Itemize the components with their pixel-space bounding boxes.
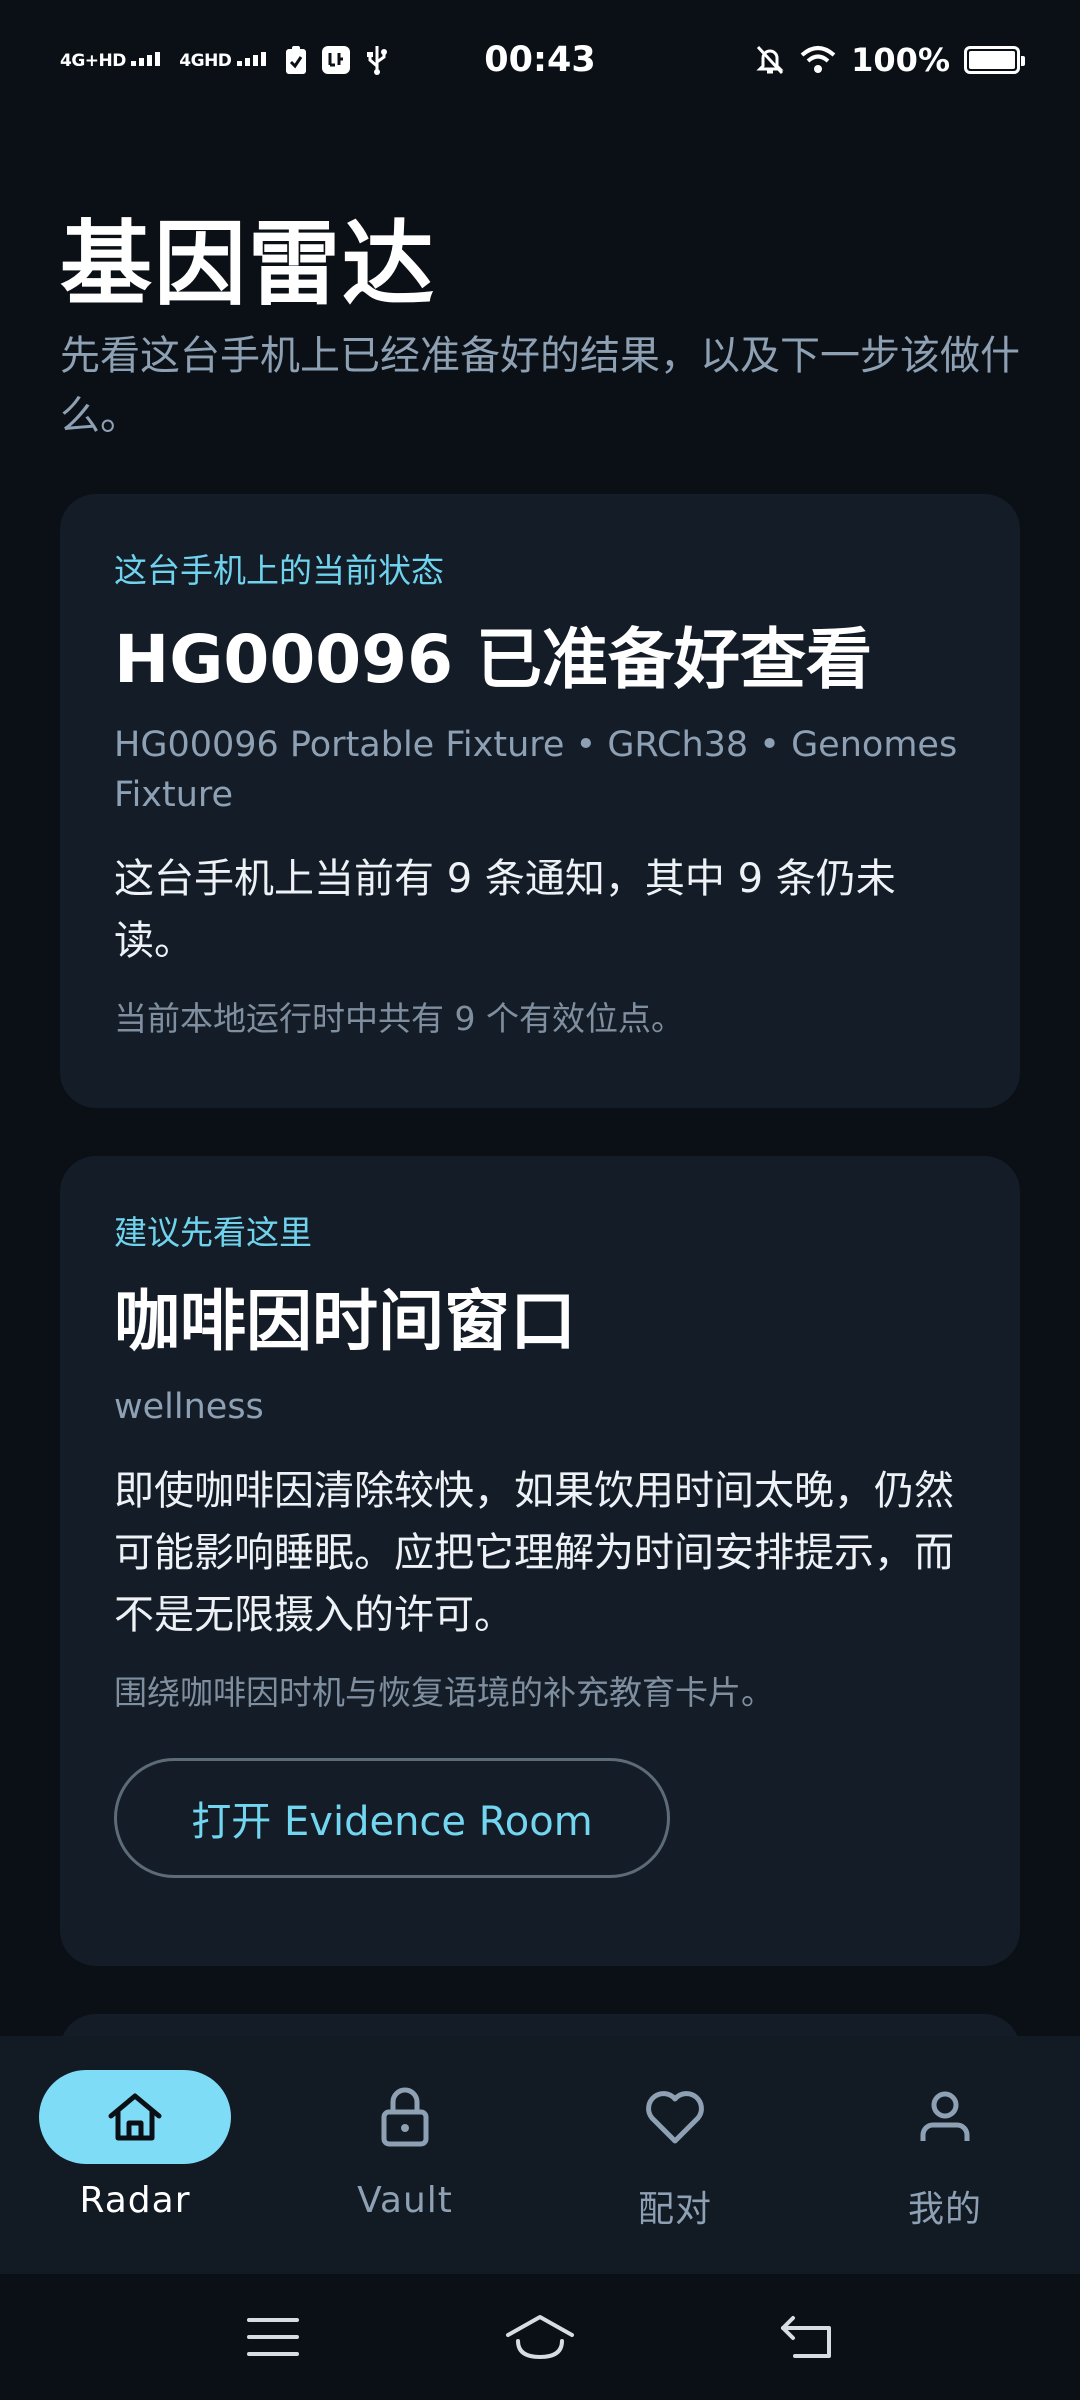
nav-item-radar-pill [39, 2070, 231, 2164]
nav-item-profile[interactable]: 我的 [825, 2070, 1065, 2232]
page-subtitle: 先看这台手机上已经准备好的结果，以及下一步该做什么。 [60, 333, 1020, 439]
page-title: 基因雷达 [60, 211, 437, 318]
network-label-2: 4GHD [179, 50, 232, 71]
usb-icon [366, 46, 387, 75]
suggestion-card-eyebrow: 建议先看这里 [114, 1213, 312, 1252]
nav-item-profile-pill [849, 2070, 1041, 2164]
nav-item-pairing-label: 配对 [637, 2189, 712, 2230]
clipboard-check-icon [285, 46, 306, 74]
system-home-button[interactable] [495, 2297, 585, 2377]
status-card-body: 这台手机上当前有 9 条通知，其中 9 条仍未读。 [114, 856, 896, 964]
network-indicator-1: 4G+HD [60, 50, 165, 71]
nav-item-vault-pill [309, 2070, 501, 2164]
open-evidence-room-button[interactable]: 打开 Evidence Room [114, 1758, 670, 1878]
status-bar: 4G+HD 4GHD 00:43 100% [0, 0, 1080, 120]
nav-item-pairing[interactable]: 配对 [555, 2070, 795, 2232]
home-icon [108, 2093, 162, 2141]
suggestion-card-category: wellness [114, 1387, 264, 1427]
person-icon [920, 2091, 970, 2141]
nav-item-vault[interactable]: Vault [285, 2070, 525, 2221]
menu-icon [247, 2318, 300, 2356]
nav-item-profile-label: 我的 [907, 2189, 982, 2230]
app-notification-icon [321, 46, 350, 74]
battery-icon [964, 46, 1025, 74]
back-arrow-icon [780, 2316, 831, 2358]
status-right: 100% [755, 41, 1025, 79]
status-card-eyebrow: 这台手机上的当前状态 [114, 551, 444, 590]
status-card-note: 当前本地运行时中共有 9 个有效位点。 [114, 999, 684, 1038]
network-indicator-2: 4GHD [179, 50, 271, 71]
signal-bars-icon [236, 51, 266, 66]
bell-off-icon [756, 45, 784, 75]
nav-item-pairing-pill [579, 2070, 771, 2164]
battery-level-fill [969, 51, 1015, 69]
network-label-1: 4G+HD [60, 50, 126, 71]
suggestion-card-body: 即使咖啡因清除较快，如果饮用时间太晚，仍然可能影响睡眠。应把它理解为时间安排提示… [114, 1468, 954, 1638]
system-navigation-bar [0, 2274, 1080, 2400]
heart-icon [646, 2091, 704, 2144]
suggestion-card: 建议先看这里 咖啡因时间窗口 wellness 即使咖啡因清除较快，如果饮用时间… [60, 1156, 1020, 1966]
suggestion-card-note: 围绕咖啡因时机与恢复语境的补充教育卡片。 [114, 1673, 774, 1712]
nav-item-radar-label: Radar [79, 2180, 191, 2221]
suggestion-card-title: 咖啡因时间窗口 [114, 1283, 576, 1360]
status-card-title: HG00096 已准备好查看 [114, 621, 873, 698]
battery-percentage: 100% [851, 41, 950, 79]
screen: 4G+HD 4GHD 00:43 100% 基因雷达 先看这台手机上已经准备好的… [0, 0, 1080, 2400]
wifi-icon [800, 46, 836, 73]
bottom-navigation: Radar Vault 配对 我的 [0, 2036, 1080, 2274]
signal-bars-icon [131, 51, 161, 66]
status-card-meta: HG00096 Portable Fixture • GRCh38 • Geno… [114, 725, 958, 815]
status-left: 4G+HD 4GHD [60, 44, 389, 76]
nav-item-vault-label: Vault [357, 2180, 453, 2221]
status-card: 这台手机上的当前状态 HG00096 已准备好查看 HG00096 Portab… [60, 494, 1020, 1108]
home-outline-icon [505, 2315, 574, 2360]
system-back-button[interactable] [762, 2297, 852, 2377]
lock-icon [381, 2087, 429, 2147]
nav-item-radar[interactable]: Radar [15, 2070, 255, 2221]
recent-apps-button[interactable] [228, 2297, 318, 2377]
